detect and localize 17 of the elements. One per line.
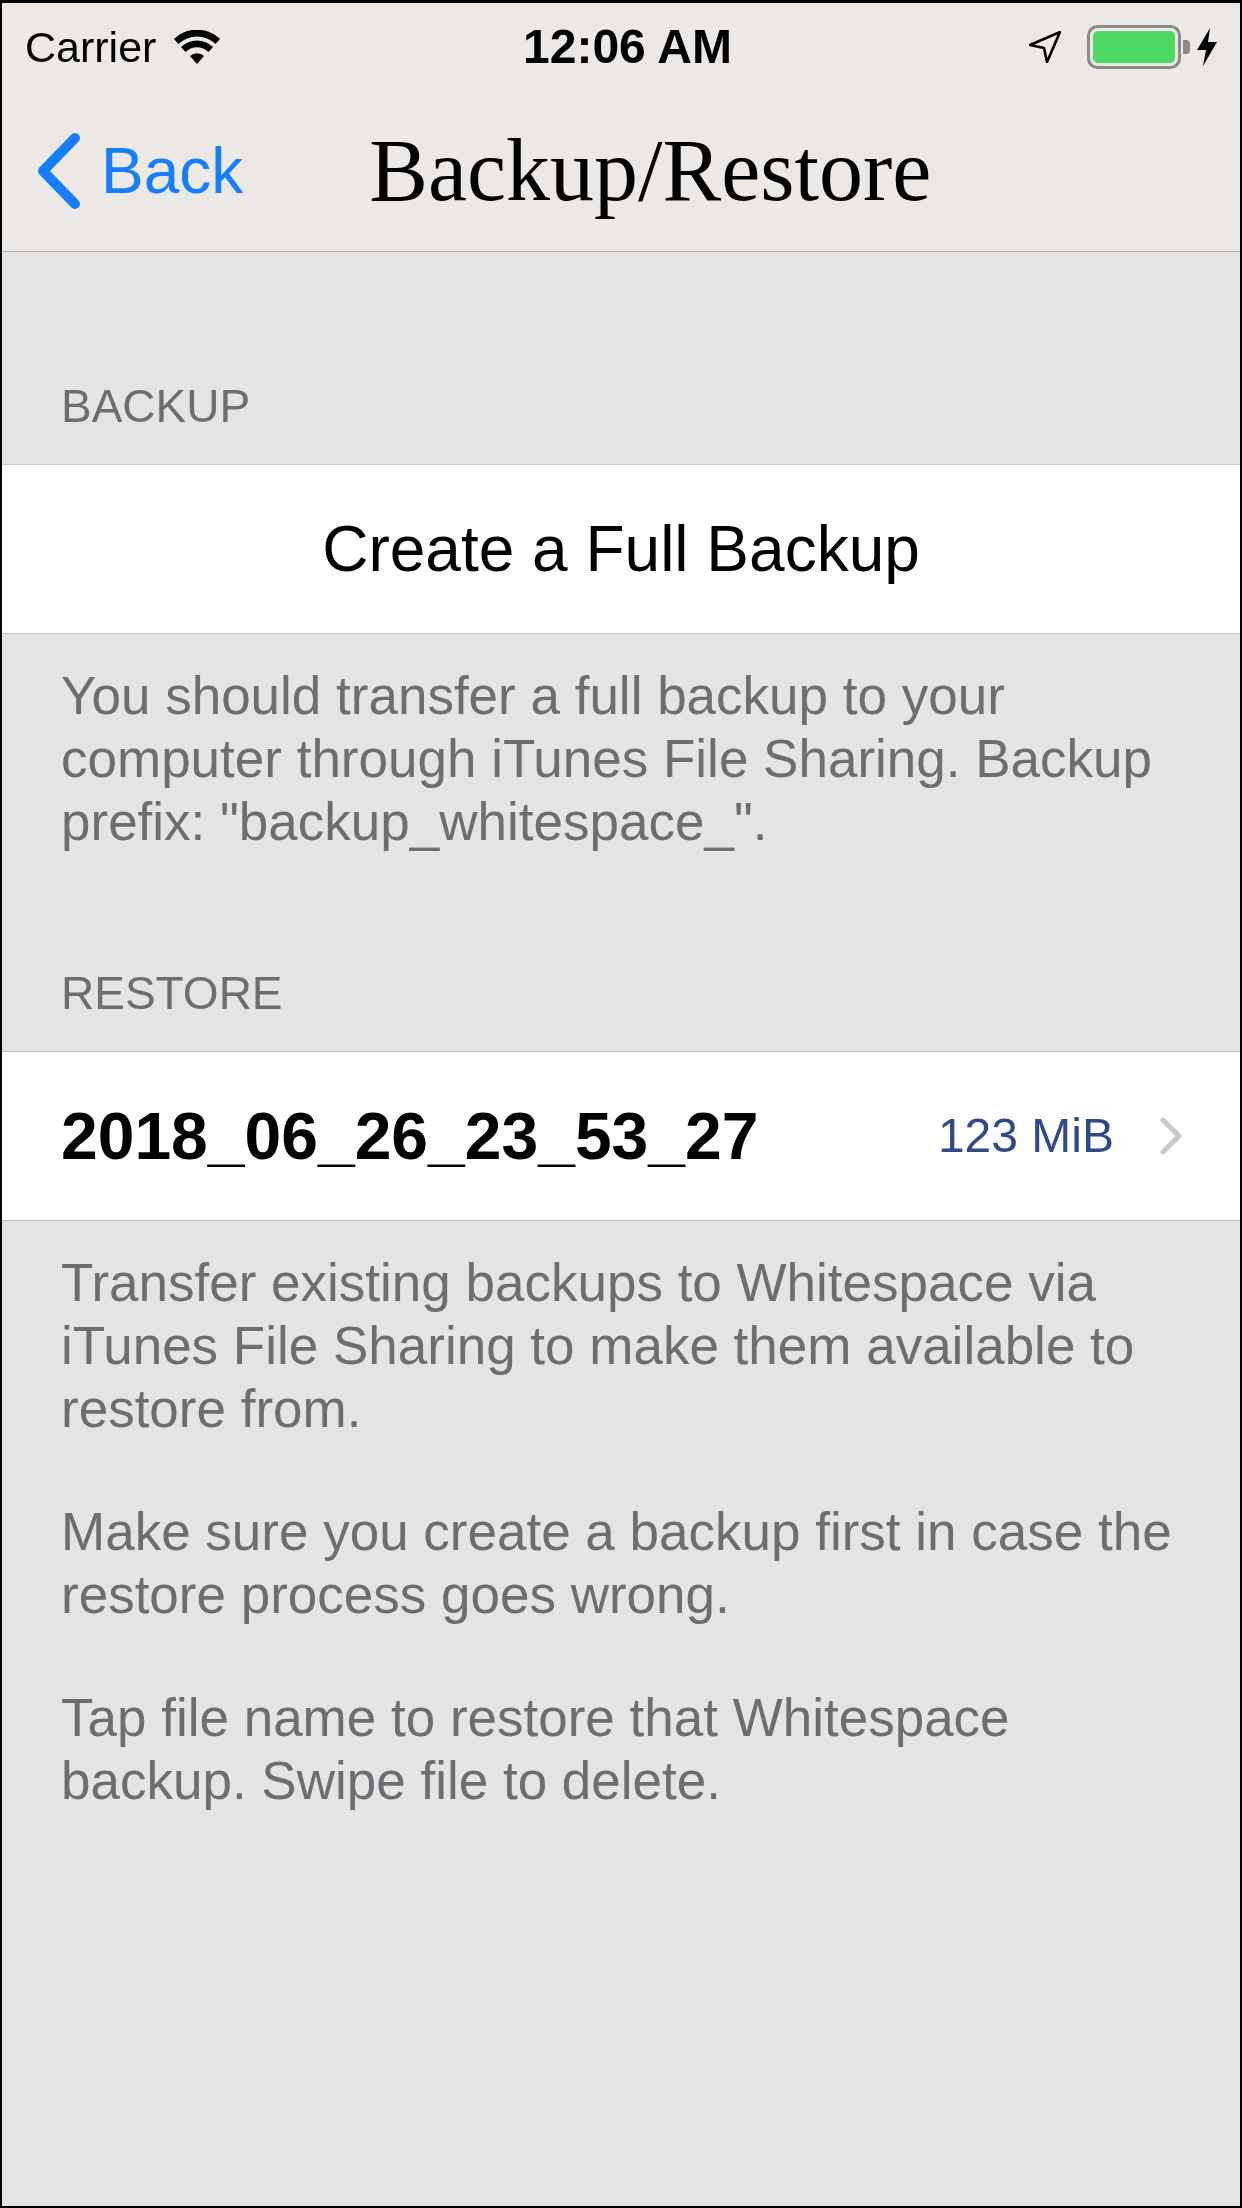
footer-text: Make sure you create a backup first in case the restore process goes wrong.	[61, 1501, 1173, 1626]
status-time: 12:06 AM	[523, 23, 732, 71]
location-arrow-icon	[1029, 31, 1061, 63]
file-name: 2018_06_26_23_53_27	[61, 1097, 759, 1175]
footer-text: Tap file name to restore that Whitespace backup. Swipe file to delete.	[61, 1687, 1011, 1812]
charging-bolt-icon	[1197, 28, 1217, 66]
chevron-right-icon	[1160, 1117, 1182, 1155]
footer-text: You should transfer a full backup to your computer through iTunes File Sharing. Backup prefix: "backup_whitespace_".	[61, 665, 1153, 853]
back-chevron-icon	[35, 133, 81, 209]
section-header: RESTORE	[60, 969, 284, 1021]
file-size: 123 MiB	[937, 1108, 1114, 1164]
carrier-label: Carrier	[25, 25, 157, 69]
footer-text: Transfer existing backups to Whitespace via iTunes File Sharing to make them available to restore from.	[61, 1252, 1136, 1440]
section-header: BACKUP	[60, 382, 252, 434]
wifi-icon	[174, 30, 221, 64]
battery-icon	[1087, 25, 1191, 69]
nav-title: Backup/Restore	[369, 121, 932, 221]
